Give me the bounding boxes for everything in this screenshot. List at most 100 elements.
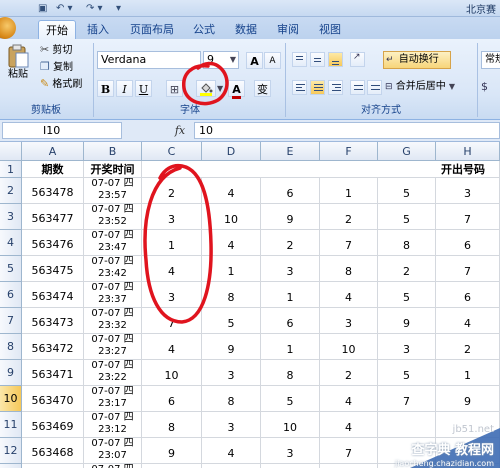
header-cell-merged-numbers[interactable]: 开出号码: [142, 161, 500, 178]
currency-icon[interactable]: $: [481, 80, 488, 94]
draw-time-cell[interactable]: 07-07 四 23:52: [84, 204, 142, 230]
header-cell-draw-time[interactable]: 开奖时间: [84, 161, 142, 178]
cut-button[interactable]: ✂ 剪切: [40, 43, 72, 58]
number-cell[interactable]: 9: [378, 308, 436, 334]
period-cell[interactable]: [22, 464, 84, 468]
number-cell[interactable]: [261, 464, 320, 468]
borders-button[interactable]: ⊞: [166, 80, 183, 97]
bold-button[interactable]: B: [97, 80, 114, 97]
row-header[interactable]: 12: [0, 438, 22, 464]
number-cell[interactable]: 10: [202, 204, 261, 230]
draw-time-cell[interactable]: 07-07 四 23:32: [84, 308, 142, 334]
number-cell[interactable]: 6: [261, 308, 320, 334]
number-cell[interactable]: 4: [320, 282, 378, 308]
row-header[interactable]: [0, 464, 22, 468]
select-all-corner[interactable]: [0, 142, 22, 161]
number-cell[interactable]: 3: [202, 412, 261, 438]
number-cell[interactable]: 6: [436, 230, 500, 256]
insert-function-icon[interactable]: fx: [170, 122, 190, 139]
align-left-button[interactable]: [292, 80, 307, 95]
number-cell[interactable]: 8: [202, 386, 261, 412]
column-header[interactable]: F: [320, 142, 378, 161]
number-cell[interactable]: 1: [261, 334, 320, 360]
draw-time-cell[interactable]: 07-07 四 23:12: [84, 412, 142, 438]
period-cell[interactable]: 563474: [22, 282, 84, 308]
column-header[interactable]: A: [22, 142, 84, 161]
number-cell[interactable]: 1: [202, 256, 261, 282]
header-cell-period[interactable]: 期数: [22, 161, 84, 178]
wrap-text-button[interactable]: ↵ 自动换行: [383, 51, 451, 69]
number-cell[interactable]: 3: [142, 282, 202, 308]
number-cell[interactable]: 5: [378, 178, 436, 204]
number-cell[interactable]: 1: [261, 282, 320, 308]
number-cell[interactable]: 9: [261, 204, 320, 230]
number-cell[interactable]: 3: [261, 256, 320, 282]
number-cell[interactable]: 4: [142, 334, 202, 360]
number-cell[interactable]: 6: [436, 282, 500, 308]
align-bottom-button[interactable]: [328, 52, 343, 67]
period-cell[interactable]: 563469: [22, 412, 84, 438]
row-header[interactable]: 2: [0, 178, 22, 204]
align-right-button[interactable]: [328, 80, 343, 95]
underline-button[interactable]: U: [135, 80, 152, 97]
draw-time-cell[interactable]: 07-07 四 23:07: [84, 438, 142, 464]
number-cell[interactable]: 2: [436, 334, 500, 360]
number-cell[interactable]: 8: [142, 412, 202, 438]
number-cell[interactable]: 1: [142, 230, 202, 256]
number-cell[interactable]: 9: [436, 386, 500, 412]
draw-time-cell[interactable]: 07-07 四 23:37: [84, 282, 142, 308]
column-header[interactable]: D: [202, 142, 261, 161]
paste-button[interactable]: 粘贴: [4, 43, 32, 91]
number-cell[interactable]: 2: [378, 256, 436, 282]
period-cell[interactable]: 563477: [22, 204, 84, 230]
row-header[interactable]: 8: [0, 334, 22, 360]
number-cell[interactable]: 2: [320, 360, 378, 386]
number-cell[interactable]: 7: [142, 308, 202, 334]
font-color-button[interactable]: A: [228, 80, 245, 99]
align-center-button[interactable]: [310, 80, 325, 95]
align-middle-button[interactable]: [310, 52, 325, 67]
format-painter-button[interactable]: ✎ 格式刷: [40, 77, 82, 92]
tab-insert[interactable]: 插入: [80, 20, 116, 39]
draw-time-cell[interactable]: 07-07 四: [84, 464, 142, 468]
number-cell[interactable]: 4: [320, 386, 378, 412]
font-name-select[interactable]: Verdana: [97, 51, 201, 69]
merge-center-button[interactable]: ⊟ 合并后居中 ▼: [385, 80, 455, 94]
office-button[interactable]: [0, 17, 16, 39]
redo-icon[interactable]: ↷ ▾: [86, 2, 103, 15]
number-cell[interactable]: 4: [202, 230, 261, 256]
number-cell[interactable]: 6: [142, 386, 202, 412]
number-cell[interactable]: 7: [436, 204, 500, 230]
draw-time-cell[interactable]: 07-07 四 23:22: [84, 360, 142, 386]
number-cell[interactable]: 5: [261, 386, 320, 412]
number-cell[interactable]: 10: [320, 334, 378, 360]
column-header[interactable]: H: [436, 142, 500, 161]
number-format-select[interactable]: 常规: [481, 51, 500, 69]
copy-button[interactable]: ❐ 复制: [40, 60, 73, 75]
orientation-button[interactable]: ↗: [350, 52, 365, 67]
tab-view[interactable]: 视图: [312, 20, 348, 39]
number-cell[interactable]: 4: [202, 178, 261, 204]
number-cell[interactable]: 8: [378, 230, 436, 256]
number-cell[interactable]: 3: [142, 204, 202, 230]
increase-indent-button[interactable]: [367, 80, 382, 95]
number-cell[interactable]: 3: [320, 308, 378, 334]
row-header[interactable]: 5: [0, 256, 22, 282]
row-header[interactable]: 1: [0, 161, 22, 178]
number-cell[interactable]: 7: [378, 386, 436, 412]
number-cell[interactable]: 5: [378, 204, 436, 230]
number-cell[interactable]: 2: [320, 204, 378, 230]
fill-color-button[interactable]: [196, 80, 216, 97]
number-cell[interactable]: 10: [261, 412, 320, 438]
period-cell[interactable]: 563472: [22, 334, 84, 360]
number-cell[interactable]: 5: [378, 282, 436, 308]
number-cell[interactable]: 3: [202, 360, 261, 386]
number-cell[interactable]: 1: [320, 178, 378, 204]
number-cell[interactable]: 4: [202, 438, 261, 464]
number-cell[interactable]: [142, 464, 202, 468]
number-cell[interactable]: 3: [261, 438, 320, 464]
name-box[interactable]: I10: [2, 122, 122, 139]
row-header[interactable]: 11: [0, 412, 22, 438]
row-header[interactable]: 6: [0, 282, 22, 308]
row-header[interactable]: 9: [0, 360, 22, 386]
